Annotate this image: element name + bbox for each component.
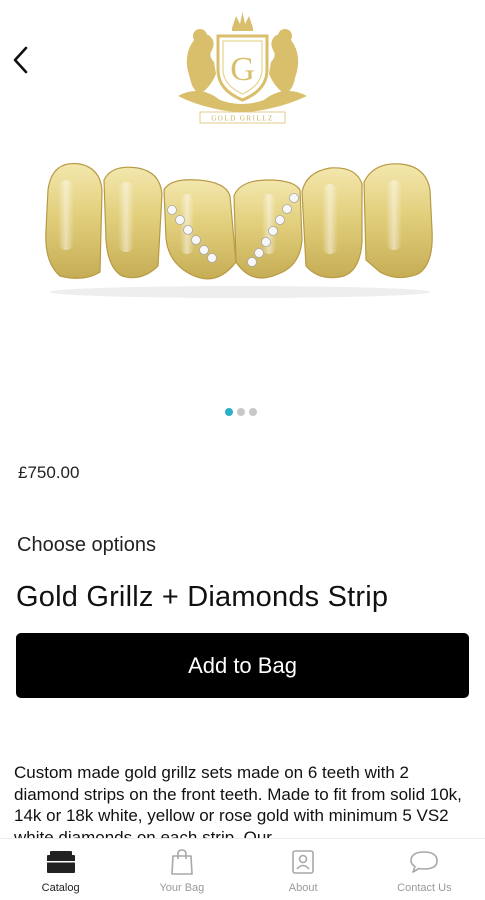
back-button[interactable] xyxy=(6,40,36,80)
product-title: Gold Grillz + Diamonds Strip xyxy=(16,581,389,613)
nav-item-your-bag[interactable]: Your Bag xyxy=(121,839,242,900)
nav-item-contact-us[interactable]: Contact Us xyxy=(364,839,485,900)
nav-label-about: About xyxy=(288,882,318,894)
brand-tagline: GOLD GRILLZ xyxy=(211,115,274,123)
carousel-dot[interactable] xyxy=(237,408,245,416)
chat-icon xyxy=(409,847,439,877)
brand-logo: G GOLD GRILLZ xyxy=(178,12,307,124)
product-screen: G GOLD GRILLZ £750.00 Choose options Gol… xyxy=(0,0,485,900)
choose-options-label: Choose options xyxy=(17,534,156,556)
product-price: £750.00 xyxy=(18,463,80,482)
bottom-nav: Catalog Your Bag About Contact Us xyxy=(0,838,485,900)
nav-label-contact-us: Contact Us xyxy=(397,882,452,894)
catalog-icon xyxy=(46,847,76,877)
back-arrow-icon xyxy=(13,46,28,74)
image-carousel-dots[interactable] xyxy=(225,408,257,416)
brand-logo-letter: G xyxy=(230,51,255,88)
product-image[interactable] xyxy=(30,150,450,300)
carousel-dot-active[interactable] xyxy=(225,408,233,416)
nav-label-your-bag: Your Bag xyxy=(159,882,205,894)
nav-item-about[interactable]: About xyxy=(243,839,364,900)
add-to-bag-button[interactable]: Add to Bag xyxy=(16,633,469,698)
nav-label-catalog: Catalog xyxy=(41,882,80,894)
bag-icon xyxy=(167,847,197,877)
carousel-dot[interactable] xyxy=(249,408,257,416)
product-description: Custom made gold grillz sets made on 6 t… xyxy=(14,763,462,838)
nav-item-catalog[interactable]: Catalog xyxy=(0,839,121,900)
about-icon xyxy=(288,847,318,877)
